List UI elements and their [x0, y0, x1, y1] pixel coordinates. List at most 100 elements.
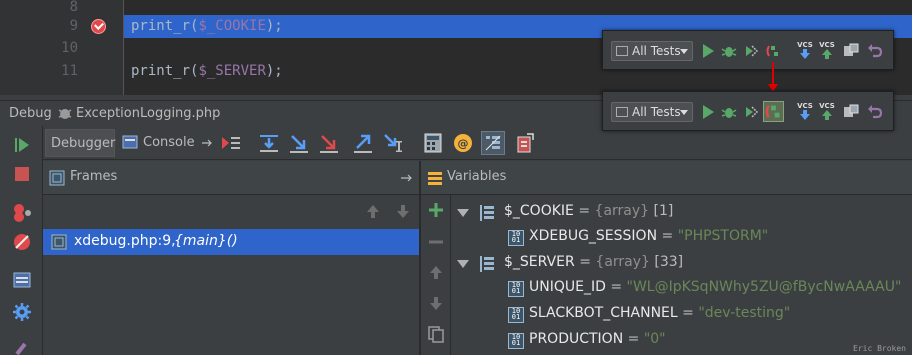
- console-icon: [122, 135, 138, 149]
- previous-frame-up-icon[interactable]: [364, 202, 382, 220]
- variable-name: UNIQUE_ID: [529, 279, 606, 295]
- frames-panel: Frames xdebug.php:9, {main}(): [43, 161, 420, 355]
- stop-icon[interactable]: [11, 163, 33, 185]
- settings-gear-icon[interactable]: [11, 301, 33, 323]
- variable-value: "WL@IpKSqNWhy5ZU@fBycNwAAAAU": [626, 279, 902, 295]
- test-config-label: All Tests: [632, 44, 681, 58]
- debugger-tab-bar: Debugger Console @: [43, 126, 912, 160]
- variable-value: "dev-testing": [698, 305, 791, 321]
- variable-value: "0": [643, 331, 666, 347]
- code-end: );: [265, 18, 283, 34]
- resume-program-icon[interactable]: [11, 134, 33, 156]
- variables-side-toolbar: [421, 195, 451, 355]
- string-field-icon: 10 01: [508, 333, 524, 349]
- frames-pin-arrow-icon[interactable]: [401, 173, 415, 183]
- code-var: $_COOKIE: [198, 18, 266, 34]
- vcs-commit-icon[interactable]: VCS: [819, 102, 835, 120]
- vcs-commit-icon[interactable]: VCS: [819, 41, 835, 59]
- string-field-icon: 10 01: [508, 230, 524, 246]
- list-toggle-icon: [485, 135, 501, 151]
- variables-title: Variables: [447, 169, 507, 184]
- step-into-icon[interactable]: [287, 131, 311, 155]
- breakpoint-check-icon[interactable]: [91, 19, 106, 34]
- new-watch-plus-icon[interactable]: [427, 201, 445, 219]
- code-line-9[interactable]: print_r($_COOKIE);: [131, 18, 283, 34]
- arrow-down-blue-icon: [800, 110, 810, 120]
- expand-arrow-icon[interactable]: [457, 260, 469, 268]
- pin-tab-icon[interactable]: [11, 338, 33, 355]
- arrow-up-green-icon: [822, 110, 832, 120]
- show-values-inline-toggle[interactable]: [481, 131, 505, 155]
- arrow-up-green-icon: [822, 49, 832, 59]
- line-number: 8: [69, 0, 78, 15]
- test-config-label: All Tests: [632, 105, 681, 119]
- variable-eq: =: [605, 279, 627, 295]
- frame-php-icon: [51, 234, 67, 250]
- frame-list-item[interactable]: xdebug.php:9, {main}(): [43, 229, 419, 255]
- move-watch-up-icon[interactable]: [427, 263, 445, 281]
- debug-bug-icon[interactable]: [721, 43, 737, 59]
- variable-count: [33]: [654, 254, 684, 270]
- arrow-down-blue-icon: [800, 49, 810, 59]
- php-debug-icon: [58, 109, 72, 119]
- expand-arrow-icon[interactable]: [457, 209, 469, 217]
- code-fn: print_r(: [131, 18, 199, 34]
- line-number: 10: [61, 40, 78, 56]
- debug-side-toolbar: [0, 126, 43, 355]
- tab-console-label: Console: [143, 135, 195, 150]
- revert-icon[interactable]: [867, 104, 883, 120]
- compare-with-icon[interactable]: [843, 104, 859, 120]
- duplicate-watch-icon[interactable]: [427, 325, 445, 343]
- step-out-icon[interactable]: [351, 131, 375, 155]
- array-icon: [480, 205, 496, 221]
- next-frame-down-icon[interactable]: [394, 202, 412, 220]
- variables-header: Variables: [421, 161, 912, 195]
- move-watch-down-icon[interactable]: [427, 294, 445, 312]
- debug-bug-icon[interactable]: [721, 104, 737, 120]
- export-threads-icon[interactable]: [513, 131, 537, 155]
- test-config-select[interactable]: All Tests: [611, 102, 693, 122]
- compare-with-icon[interactable]: [843, 43, 859, 59]
- vcs-update-label: VCS: [797, 41, 813, 49]
- variables-panel: Variables $_COOKIE = {array} [1] 10 01 XD: [421, 161, 912, 355]
- restore-layout-icon[interactable]: [11, 269, 33, 291]
- debug-config-name: ExceptionLogging.php: [76, 106, 221, 121]
- attach-profiler-icon[interactable]: [765, 43, 781, 59]
- add-watch-at-icon[interactable]: @: [451, 131, 475, 155]
- code-line-11[interactable]: print_r($_SERVER);: [131, 63, 283, 79]
- vcs-toolbar-before: All Tests VCS VCS: [602, 30, 894, 70]
- vcs-update-icon[interactable]: VCS: [797, 41, 813, 59]
- attach-profiler-button-active[interactable]: [763, 101, 784, 122]
- run-coverage-icon[interactable]: [743, 104, 759, 120]
- variable-name: XDEBUG_SESSION: [529, 228, 658, 244]
- attach-profiler-icon: [765, 104, 780, 119]
- force-step-into-icon[interactable]: [317, 131, 341, 155]
- variable-name: $_SERVER: [504, 254, 575, 270]
- chevron-down-icon: [680, 49, 688, 54]
- line-number: 11: [61, 63, 78, 79]
- author-credit: Eric Broken: [853, 344, 906, 353]
- run-icon[interactable]: [701, 104, 717, 120]
- run-coverage-icon[interactable]: [743, 43, 759, 59]
- step-over-icon[interactable]: [257, 131, 281, 155]
- show-execution-point-icon[interactable]: [219, 131, 243, 155]
- vcs-update-label: VCS: [797, 102, 813, 110]
- variable-name: $_COOKIE: [504, 203, 574, 219]
- tab-debugger[interactable]: Debugger: [45, 129, 115, 157]
- run-to-cursor-icon[interactable]: [381, 131, 405, 155]
- mute-breakpoints-icon[interactable]: [11, 231, 33, 253]
- code-end: );: [265, 63, 283, 79]
- variable-eq: =: [573, 203, 595, 219]
- string-field-icon: 10 01: [508, 281, 524, 297]
- test-config-select[interactable]: All Tests: [611, 41, 693, 61]
- test-config-icon: [616, 107, 628, 117]
- tab-console[interactable]: Console: [119, 129, 217, 157]
- remove-watch-minus-icon[interactable]: [427, 233, 445, 251]
- view-breakpoints-icon[interactable]: [11, 201, 33, 223]
- vcs-update-icon[interactable]: VCS: [797, 102, 813, 120]
- debug-title-label: Debug: [9, 106, 52, 121]
- run-icon[interactable]: [701, 43, 717, 59]
- evaluate-expression-icon[interactable]: [421, 131, 445, 155]
- revert-icon[interactable]: [867, 43, 883, 59]
- variable-type: {array}: [595, 254, 655, 270]
